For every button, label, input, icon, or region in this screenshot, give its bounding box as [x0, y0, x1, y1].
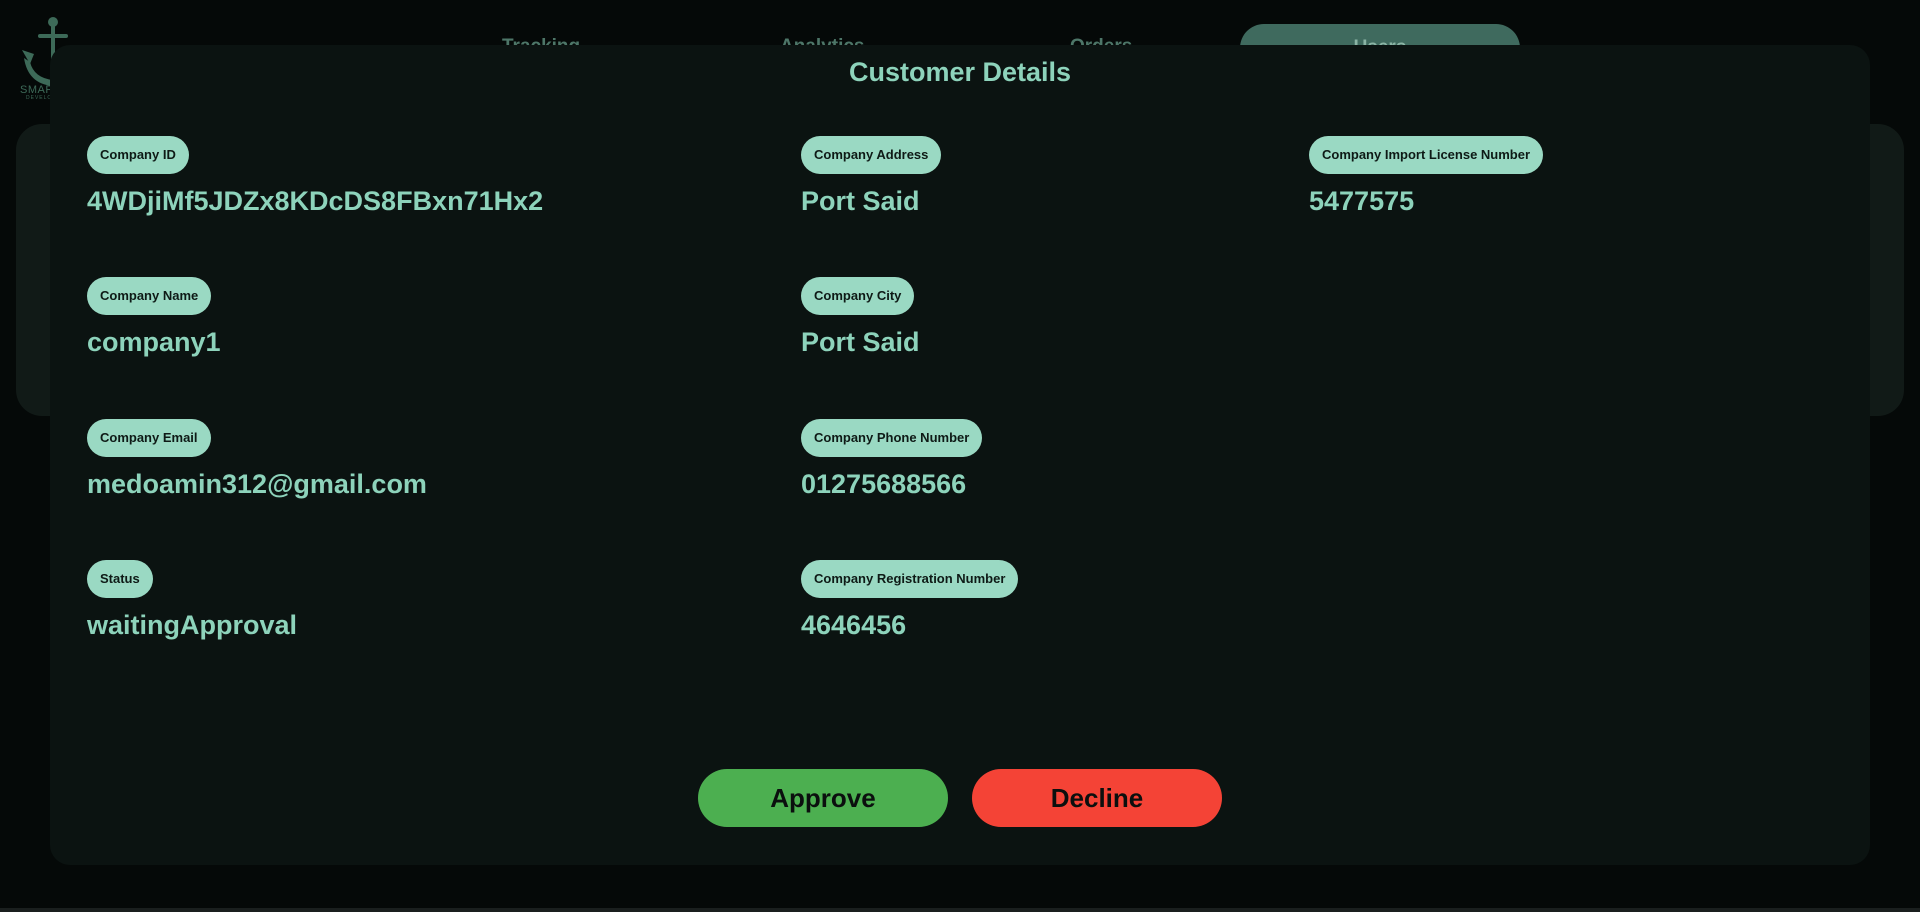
company-city-label: Company City — [801, 277, 915, 315]
company-city-value: Port Said — [801, 327, 920, 357]
company-registration-label: Company Registration Number — [801, 560, 1019, 598]
company-phone-label: Company Phone Number — [801, 419, 983, 457]
company-import-license-label: Company Import License Number — [1309, 136, 1544, 174]
field-company-phone: Company Phone Number 01275688566 — [801, 419, 983, 500]
company-email-value: medoamin312@gmail.com — [87, 469, 427, 499]
logo-subtext: DEVELO — [26, 95, 53, 101]
field-company-email: Company Email medoamin312@gmail.com — [87, 419, 427, 500]
field-company-import-license: Company Import License Number 5477575 — [1309, 136, 1544, 217]
bottom-strip — [0, 908, 1920, 912]
field-company-id: Company ID 4WDjiMf5JDZx8KDcDS8FBxn71Hx2 — [87, 136, 543, 217]
field-company-registration: Company Registration Number 4646456 — [801, 560, 1019, 641]
company-id-value: 4WDjiMf5JDZx8KDcDS8FBxn71Hx2 — [87, 186, 544, 216]
company-address-value: Port Said — [801, 186, 920, 216]
status-value: waitingApproval — [87, 610, 298, 640]
company-name-value: company1 — [87, 327, 221, 357]
company-phone-value: 01275688566 — [801, 469, 967, 499]
decline-button[interactable]: Decline — [972, 769, 1222, 827]
company-email-label: Company Email — [87, 419, 211, 457]
company-name-label: Company Name — [87, 277, 212, 315]
field-company-city: Company City Port Said — [801, 277, 920, 358]
company-registration-value: 4646456 — [801, 610, 907, 640]
company-id-label: Company ID — [87, 136, 189, 174]
app-root: SMAR DEVELO Tracking Analytics Orders Us… — [0, 0, 1920, 912]
field-status: Status waitingApproval — [87, 560, 297, 641]
customer-details-modal: Customer Details Company ID 4WDjiMf5JDZx… — [50, 45, 1870, 865]
approve-button[interactable]: Approve — [698, 769, 948, 827]
modal-title: Customer Details — [848, 57, 1072, 87]
company-address-label: Company Address — [801, 136, 942, 174]
company-import-license-value: 5477575 — [1309, 186, 1415, 216]
field-company-name: Company Name company1 — [87, 277, 221, 358]
field-company-address: Company Address Port Said — [801, 136, 942, 217]
status-label: Status — [87, 560, 153, 598]
